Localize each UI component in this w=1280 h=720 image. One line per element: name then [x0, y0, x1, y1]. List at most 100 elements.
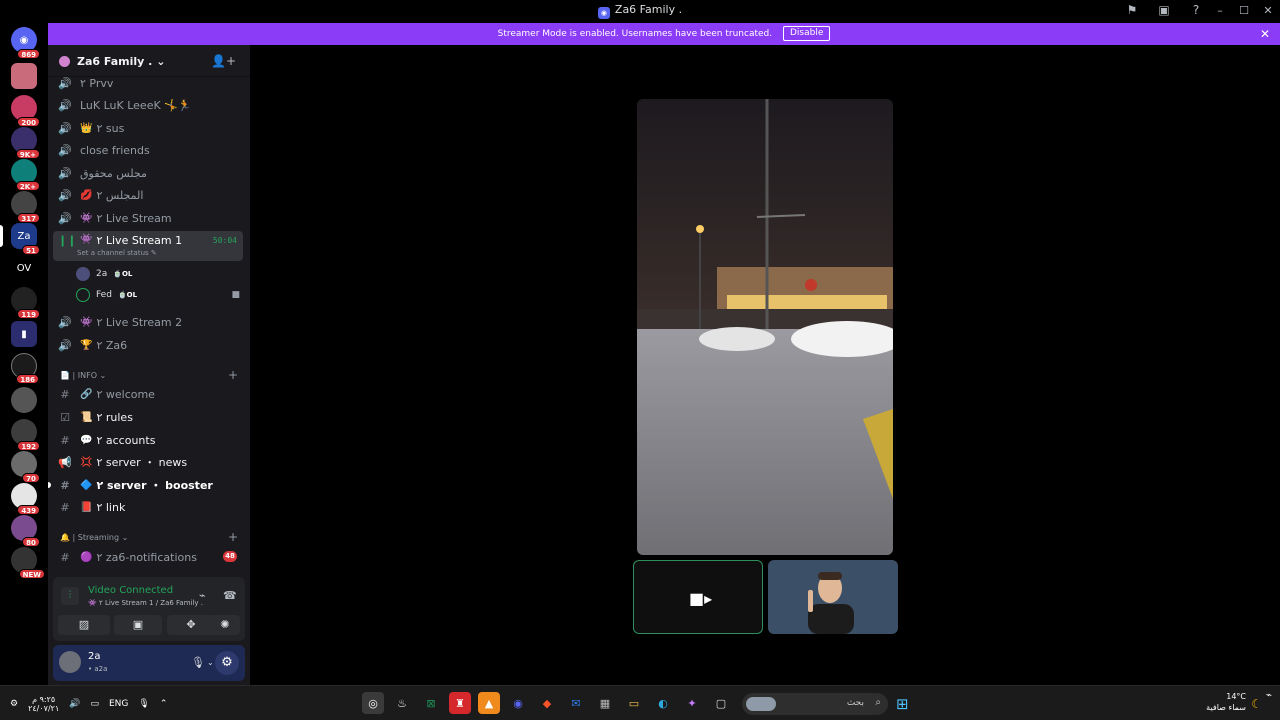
- announcement-channel[interactable]: 📢 💢 ٢ server ・ news: [53, 452, 243, 472]
- voice-channel[interactable]: 🔊 👑 ٢ sus: [53, 118, 243, 138]
- app-icon[interactable]: ▲: [478, 692, 500, 714]
- mail-icon[interactable]: ✉: [565, 692, 587, 714]
- text-channel[interactable]: # 🟣 ٢ za6-notifications 48: [53, 547, 243, 567]
- username[interactable]: 2a: [88, 651, 101, 662]
- new-badge: NEW: [18, 569, 45, 579]
- voice-channel[interactable]: 🔊 LuK LuK LeeeK 🤸🏃: [53, 95, 243, 115]
- add-channel-icon[interactable]: +: [228, 530, 238, 544]
- channel-emoji: 📜: [80, 411, 93, 423]
- guild-icon[interactable]: 439: [11, 483, 40, 515]
- search-input[interactable]: بحث ⌕: [742, 693, 888, 715]
- folder-icon[interactable]: ▭: [623, 692, 645, 714]
- screen-share-icon[interactable]: ▣: [1156, 3, 1172, 17]
- text-channel[interactable]: # 🔷 ٢ server ・ booster: [48, 475, 243, 495]
- disconnect-icon[interactable]: ☎: [223, 589, 237, 602]
- camera-off-tile[interactable]: ■▸: [633, 560, 763, 634]
- home-button[interactable]: ◉ 869: [11, 27, 40, 59]
- guild-icon[interactable]: 200: [11, 95, 40, 127]
- notification-icon[interactable]: ⚙: [10, 699, 18, 709]
- channel-label: ٢ accounts: [96, 433, 156, 447]
- guild-icon[interactable]: OV: [11, 255, 37, 281]
- guild-icon[interactable]: 70: [11, 451, 40, 483]
- voice-channel-path[interactable]: 👾 ٢ Live Stream 1 / Za6 Family .: [88, 599, 203, 607]
- voice-channel[interactable]: 🔊 close friends: [53, 140, 243, 160]
- text-channel[interactable]: # 🔗 ٢ welcome: [53, 384, 243, 404]
- voice-channel[interactable]: 🔊 👾 ٢ Live Stream 2: [53, 312, 243, 332]
- game-launcher-icon[interactable]: ♜: [449, 692, 471, 714]
- guild-icon[interactable]: [11, 387, 37, 413]
- clock[interactable]: ٩:٢٥ م ٢٤/٠٧/٢١: [28, 695, 59, 713]
- guild-badge: 317: [17, 213, 40, 223]
- voice-user[interactable]: 2a 🍵OL: [76, 265, 132, 283]
- guild-icon[interactable]: Za 51: [11, 223, 40, 255]
- channel-label: LuK LuK LeeeK 🤸🏃: [80, 98, 192, 112]
- close-icon[interactable]: ✕: [1260, 23, 1270, 45]
- language-indicator[interactable]: ENG: [109, 699, 128, 709]
- voice-channel[interactable]: 🔊 👾 ٢ Live Stream: [53, 208, 243, 228]
- camera-toggle-button[interactable]: ▨: [58, 615, 110, 635]
- task-view-icon[interactable]: ▢: [710, 692, 732, 714]
- text-channel[interactable]: # 💬 ٢ accounts: [53, 430, 243, 450]
- volume-icon[interactable]: 🔊: [69, 699, 80, 709]
- close-window-button[interactable]: ✕: [1256, 0, 1280, 21]
- weather-widget[interactable]: 14°C سماء صافية: [1206, 691, 1246, 713]
- voice-status[interactable]: Video Connected: [88, 585, 173, 596]
- edge-icon[interactable]: ◐: [652, 692, 674, 714]
- voice-user-name: 2a: [96, 269, 108, 279]
- guild-icon[interactable]: 119: [11, 287, 40, 319]
- active-voice-channel[interactable]: ❙❙ 👾 ٢ Live Stream 1 50:04 Set a channel…: [53, 231, 243, 261]
- guild-icon[interactable]: 317: [11, 191, 40, 223]
- maximize-button[interactable]: ☐: [1232, 0, 1256, 21]
- guild-icon[interactable]: NEW: [11, 547, 45, 579]
- window-title: ◉ Za6 Family .: [0, 3, 1280, 19]
- activities-button[interactable]: ✥: [167, 615, 215, 635]
- help-icon[interactable]: ?: [1188, 3, 1204, 17]
- video-stage: ■▸: [250, 45, 1280, 685]
- minimize-button[interactable]: –: [1208, 0, 1232, 21]
- disable-button[interactable]: Disable: [782, 26, 831, 41]
- user-status: • a2a: [88, 665, 108, 673]
- microphone-icon[interactable]: 🎙: [191, 656, 205, 669]
- network-icon[interactable]: ▭: [90, 699, 99, 709]
- store-icon[interactable]: ▦: [594, 692, 616, 714]
- text-channel[interactable]: ☑ 📜 ٢ rules: [53, 407, 243, 427]
- add-channel-icon[interactable]: +: [228, 368, 238, 382]
- invite-icon[interactable]: 👤+: [211, 54, 236, 68]
- steam-icon[interactable]: ♨: [391, 692, 413, 714]
- guild-icon[interactable]: 9K+: [11, 127, 40, 159]
- screen-share-button[interactable]: ▣: [114, 615, 162, 635]
- category-info[interactable]: 📄 | INFO ⌄: [60, 371, 106, 380]
- chevron-down-icon[interactable]: ⌄: [207, 658, 214, 667]
- folder-icon[interactable]: ▮: [11, 321, 37, 347]
- category-streaming[interactable]: 🔔 | Streaming ⌄: [60, 533, 128, 542]
- chevron-up-icon[interactable]: ⌃: [160, 699, 168, 709]
- stream-video[interactable]: [637, 99, 893, 555]
- avatar[interactable]: [59, 651, 81, 673]
- guild-icon[interactable]: [11, 63, 37, 89]
- windows-start-icon[interactable]: ⊞: [896, 695, 909, 713]
- flag-icon[interactable]: ⚑: [1124, 3, 1140, 17]
- discord-icon[interactable]: ◉: [507, 692, 529, 714]
- voice-user[interactable]: Fed 🍵OL: [76, 286, 137, 304]
- channel-status-link[interactable]: Set a channel status ✎: [77, 249, 157, 257]
- gear-icon[interactable]: ⚙: [215, 651, 239, 675]
- xbox-icon[interactable]: ⊠: [420, 692, 442, 714]
- guild-icon[interactable]: 2K+: [11, 159, 40, 191]
- guild-icon[interactable]: 192: [11, 419, 40, 451]
- brave-icon[interactable]: ◆: [536, 692, 558, 714]
- noise-suppression-icon[interactable]: ⌁: [199, 589, 206, 602]
- microphone-icon[interactable]: 🎙: [138, 699, 149, 709]
- voice-channel[interactable]: 🔊 💋 المجلس ٢: [53, 185, 243, 205]
- voice-channel[interactable]: 🔊 مجلس محقوق: [53, 163, 243, 183]
- channel-label: ٢ Live Stream 2: [96, 315, 183, 329]
- text-channel[interactable]: # 📕 ٢ link: [53, 497, 243, 517]
- soundboard-button[interactable]: ✺: [210, 615, 240, 635]
- voice-channel[interactable]: 🔊 ٢ Prvv: [53, 73, 243, 93]
- show-desktop-icon[interactable]: ⌁: [1266, 690, 1272, 701]
- copilot-icon[interactable]: ✦: [681, 692, 703, 714]
- guild-icon[interactable]: 80: [11, 515, 40, 547]
- participant-tile[interactable]: [768, 560, 898, 634]
- taskbar-app-icon[interactable]: ◎: [362, 692, 384, 714]
- guild-icon[interactable]: 186: [11, 353, 39, 384]
- voice-channel[interactable]: 🔊 🏆 ٢ Za6: [53, 335, 243, 355]
